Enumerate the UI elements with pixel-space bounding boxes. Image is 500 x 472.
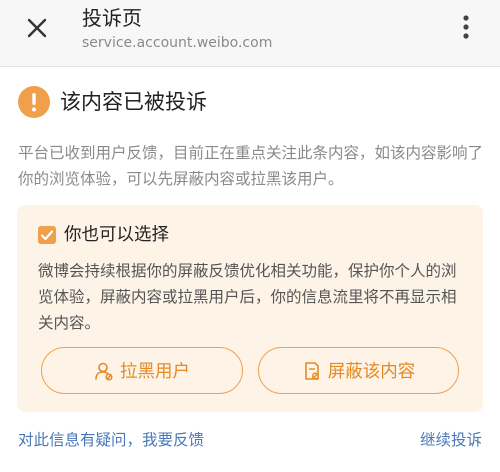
exclamation-circle-icon	[18, 86, 50, 118]
options-title: 你也可以选择	[64, 225, 169, 245]
options-card: 你也可以选择 微博会持续根据你的屏蔽反馈优化相关功能，保护你个人的浏览体验，屏蔽…	[17, 205, 483, 412]
hide-content-label: 屏蔽该内容	[327, 362, 416, 382]
options-body: 微博会持续根据你的屏蔽反馈优化相关功能，保护你个人的浏览体验，屏蔽内容或拉黑用户…	[38, 262, 457, 332]
page-url: service.account.weibo.com	[82, 35, 273, 51]
checkbox-icon	[38, 226, 56, 244]
app-bar: 投诉页 service.account.weibo.com	[0, 0, 500, 67]
block-user-label: 拉黑用户	[120, 362, 190, 382]
document-icon	[304, 361, 319, 380]
block-user-button[interactable]: 拉黑用户	[41, 347, 243, 394]
more-vertical-icon[interactable]	[454, 14, 478, 40]
notice-description: 平台已收到用户反馈，目前正在重点关注此条内容，如该内容影响了你的浏览体验，可以先…	[18, 144, 484, 188]
continue-complaint-link[interactable]: 继续投诉	[420, 429, 482, 451]
page-title: 投诉页	[82, 6, 142, 30]
close-icon[interactable]	[22, 13, 52, 43]
hide-content-button[interactable]: 屏蔽该内容	[258, 347, 459, 394]
user-icon	[95, 362, 113, 381]
feedback-link[interactable]: 对此信息有疑问，我要反馈	[18, 429, 204, 451]
notice-heading: 该内容已被投诉	[60, 90, 207, 114]
